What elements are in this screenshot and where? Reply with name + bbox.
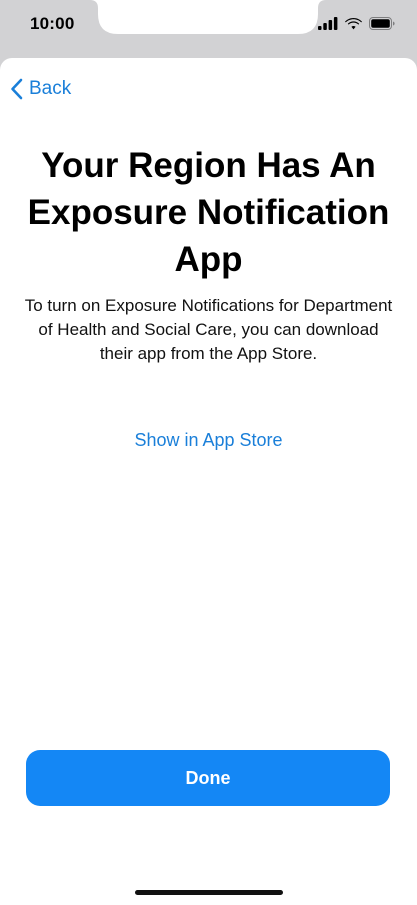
done-button[interactable]: Done — [26, 750, 390, 806]
back-button[interactable]: Back — [10, 78, 71, 100]
page-title: Your Region Has An Exposure Notification… — [27, 146, 390, 279]
status-icons — [318, 17, 395, 30]
notch — [90, 0, 326, 34]
home-indicator — [135, 890, 283, 895]
show-in-app-store-link[interactable]: Show in App Store — [0, 430, 417, 451]
back-label: Back — [29, 78, 72, 99]
description-text: To turn on Exposure Notifications for De… — [24, 296, 393, 363]
signal-icon — [318, 17, 338, 30]
status-time: 10:00 — [30, 14, 75, 33]
phone-screen: 10:00 Back Your Region Has An Exposure N… — [0, 0, 417, 905]
status-bar: 10:00 — [0, 0, 417, 56]
sheet: Back Your Region Has An Exposure Notific… — [0, 58, 417, 905]
battery-icon — [369, 17, 395, 30]
wifi-icon — [345, 18, 362, 30]
chevron-left-icon — [11, 78, 23, 100]
